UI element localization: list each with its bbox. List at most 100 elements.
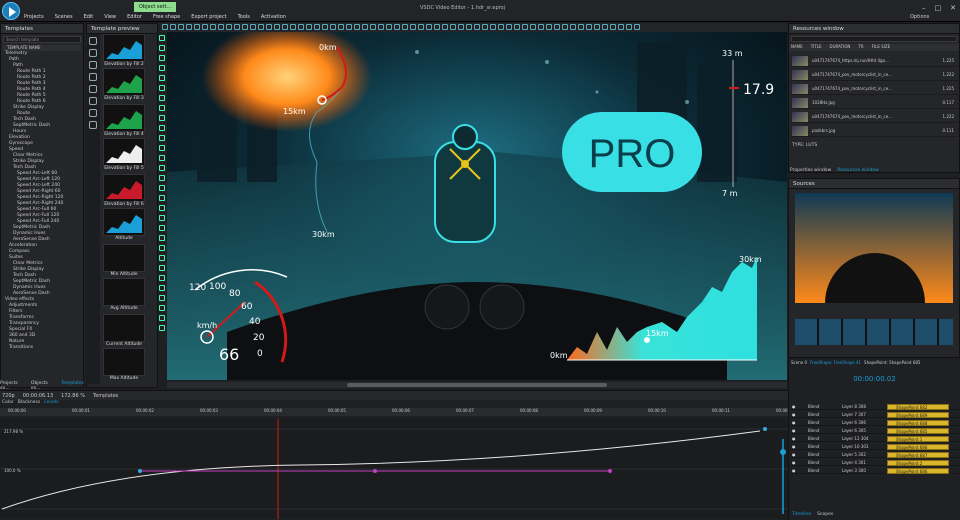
side-tool-icon[interactable]	[159, 215, 165, 221]
resources-column[interactable]: FILE SIZE	[872, 44, 891, 51]
side-tool-icon[interactable]	[159, 65, 165, 71]
zoom-handle[interactable]	[780, 449, 786, 455]
eye-icon[interactable]: ●	[792, 411, 796, 418]
toolbar-tool-icon[interactable]	[322, 24, 328, 30]
toolbar-tool-icon[interactable]	[554, 24, 560, 30]
side-tool-icon[interactable]	[159, 55, 165, 61]
keyframe-point[interactable]	[763, 427, 767, 431]
toolbar-tool-icon[interactable]	[266, 24, 272, 30]
side-tool-icon[interactable]	[159, 245, 165, 251]
side-tool-icon[interactable]	[159, 165, 165, 171]
source-preview-image[interactable]	[795, 193, 953, 303]
toolbar-tool-icon[interactable]	[498, 24, 504, 30]
toolbar-tool-icon[interactable]	[442, 24, 448, 30]
maximize-icon[interactable]: □	[935, 4, 942, 12]
resources-column[interactable]: TR	[858, 44, 863, 51]
side-tool-icon[interactable]	[159, 95, 165, 101]
resource-row[interactable]: u0471747674_pov_motorcyclist_in_ce... 1.2…	[790, 69, 958, 81]
toolbar-tool-icon[interactable]	[410, 24, 416, 30]
shapepoint-clip[interactable]: ShapePoint 689	[887, 411, 949, 418]
side-tool-icon[interactable]	[159, 85, 165, 91]
tab-timeline[interactable]: Timeline	[792, 512, 811, 517]
side-tool-icon[interactable]	[159, 175, 165, 181]
tab-scene[interactable]: Scene 0	[791, 360, 807, 368]
resource-row[interactable]: padsbrs.jpg 0.111	[790, 125, 958, 137]
toolbar-tool-icon[interactable]	[170, 24, 176, 30]
toolbar-tool-icon[interactable]	[458, 24, 464, 30]
options-button[interactable]: Options	[910, 14, 929, 20]
templates-dropdown[interactable]: Templates	[93, 393, 118, 399]
text-icon[interactable]	[89, 73, 97, 81]
toolbar-tool-icon[interactable]	[418, 24, 424, 30]
toolbar-tool-icon[interactable]	[426, 24, 432, 30]
toolbar-tool-icon[interactable]	[258, 24, 264, 30]
layer-blend[interactable]: Blend	[808, 403, 819, 410]
toolbar-tool-icon[interactable]	[482, 24, 488, 30]
percent-field[interactable]: 172.86 %	[61, 393, 85, 399]
toolbar-tool-icon[interactable]	[330, 24, 336, 30]
side-tool-icon[interactable]	[159, 205, 165, 211]
canvas-scrollbar[interactable]	[167, 382, 787, 388]
toolbar-tool-icon[interactable]	[530, 24, 536, 30]
toolbar-tool-icon[interactable]	[402, 24, 408, 30]
resources-column[interactable]: TITLE	[811, 44, 822, 51]
eye-icon[interactable]: ●	[792, 459, 796, 466]
menu-activation[interactable]: Activation	[261, 14, 286, 20]
menu-free-shape[interactable]: Free shape	[153, 14, 180, 20]
zoom-select[interactable]: 720p	[2, 393, 15, 399]
tab-resources-window[interactable]: Resources window	[837, 168, 878, 176]
side-tool-icon[interactable]	[159, 225, 165, 231]
layer-blend[interactable]: Blend	[808, 443, 819, 450]
toolbar-tool-icon[interactable]	[226, 24, 232, 30]
close-icon[interactable]: ✕	[950, 4, 956, 12]
toolbar-tool-icon[interactable]	[474, 24, 480, 30]
side-tool-icon[interactable]	[159, 315, 165, 321]
toolbar-tool-icon[interactable]	[538, 24, 544, 30]
layer-blend[interactable]: Blend	[808, 459, 819, 466]
template-thumbnail[interactable]	[103, 68, 145, 96]
toolbar-tool-icon[interactable]	[234, 24, 240, 30]
toolbar-tool-icon[interactable]	[434, 24, 440, 30]
keyframe-curve-graph[interactable]	[0, 419, 788, 519]
side-tool-icon[interactable]	[159, 195, 165, 201]
template-thumbnail[interactable]	[103, 278, 145, 306]
toolbar-tool-icon[interactable]	[282, 24, 288, 30]
resources-search-input[interactable]	[791, 36, 957, 42]
toolbar-tool-icon[interactable]	[618, 24, 624, 30]
eye-icon[interactable]: ●	[792, 403, 796, 410]
side-tool-icon[interactable]	[159, 265, 165, 271]
keyframe-point[interactable]	[138, 469, 142, 473]
layer-blend[interactable]: Blend	[808, 411, 819, 418]
side-tool-icon[interactable]	[159, 155, 165, 161]
layer-blend[interactable]: Blend	[808, 419, 819, 426]
tab-scopes[interactable]: Scopes	[817, 512, 833, 517]
toolbar-tool-icon[interactable]	[506, 24, 512, 30]
source-filmstrip[interactable]	[795, 319, 953, 345]
resource-row[interactable]: 1028Hz.jpg 0.117	[790, 97, 958, 109]
toolbar-tool-icon[interactable]	[610, 24, 616, 30]
toolbar-tool-icon[interactable]	[490, 24, 496, 30]
menu-scenes[interactable]: Scenes	[55, 14, 73, 20]
toolbar-tool-icon[interactable]	[210, 24, 216, 30]
menu-edit[interactable]: Edit	[84, 14, 94, 20]
tab-properties-window[interactable]: Properties window	[790, 168, 831, 176]
tab-projects-explorer[interactable]: Projects ex...	[0, 381, 27, 391]
keyframe-point[interactable]	[608, 469, 612, 473]
toolbar-tool-icon[interactable]	[354, 24, 360, 30]
template-thumbnail[interactable]	[103, 314, 145, 342]
menu-view[interactable]: View	[104, 14, 116, 20]
toolbar-tool-icon[interactable]	[586, 24, 592, 30]
templates-tree[interactable]: Telemetry Path Path Route Path 1 Route Path …	[1, 51, 83, 351]
tab-shapepoint[interactable]: ShapePoint: ShapePoint 685	[864, 360, 920, 368]
toolbar-tool-icon[interactable]	[626, 24, 632, 30]
tab-freeshape[interactable]: FreeShape: FreeShape 41	[810, 360, 861, 368]
toolbar-tool-icon[interactable]	[546, 24, 552, 30]
side-tool-icon[interactable]	[159, 185, 165, 191]
template-thumbnail[interactable]	[103, 34, 145, 62]
canvas-scroll-thumb[interactable]	[347, 383, 607, 387]
toolbar-tool-icon[interactable]	[450, 24, 456, 30]
toolbar-tool-icon[interactable]	[386, 24, 392, 30]
toolbar-tool-icon[interactable]	[274, 24, 280, 30]
template-search-input[interactable]: Search template	[3, 36, 81, 43]
toolbar-tool-icon[interactable]	[338, 24, 344, 30]
